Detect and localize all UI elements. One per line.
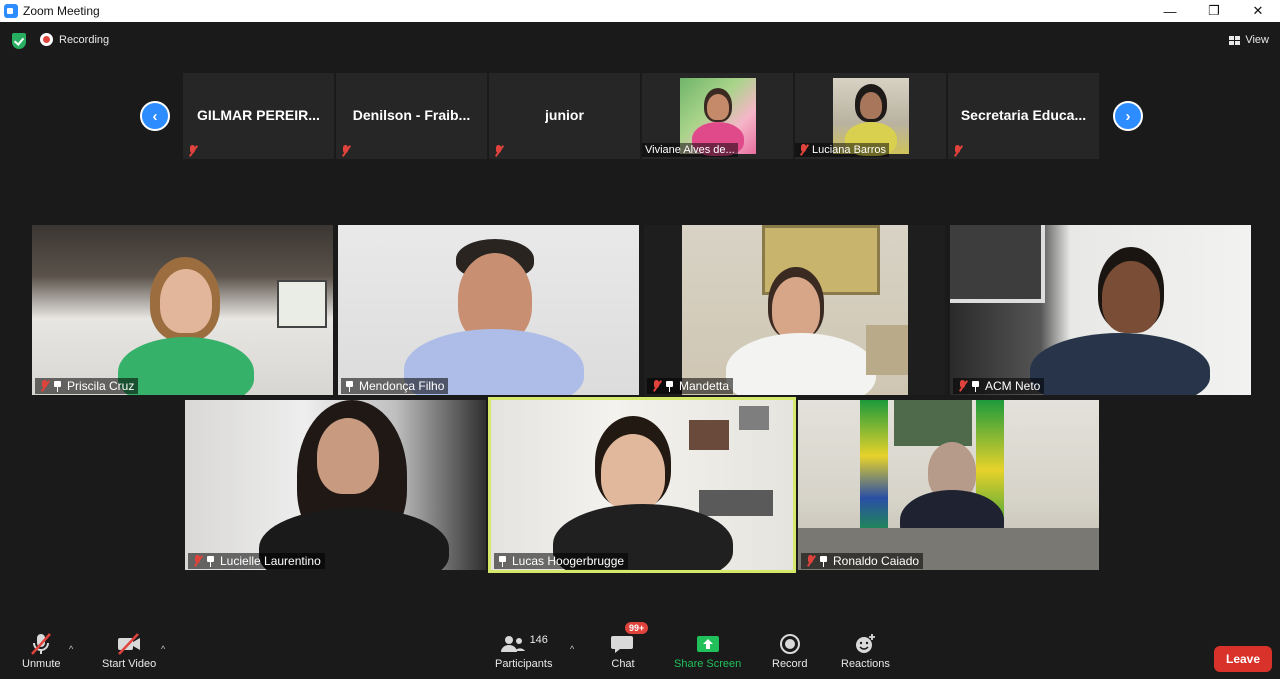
video-tile[interactable]: ACM Neto	[950, 225, 1251, 395]
strip-participant[interactable]: junior	[489, 73, 640, 159]
participants-icon	[500, 636, 525, 652]
record-button[interactable]: Record	[772, 630, 807, 670]
video-tile[interactable]: Priscila Cruz	[32, 225, 333, 395]
minimize-button[interactable]: —	[1148, 0, 1192, 22]
muted-microphone-icon	[31, 633, 52, 655]
start-video-label: Start Video	[102, 658, 157, 670]
muted-mic-icon	[187, 145, 197, 157]
window-title: Zoom Meeting	[23, 4, 100, 18]
participant-name: Denilson - Fraib...	[352, 107, 471, 123]
view-label: View	[1245, 34, 1269, 46]
share-screen-label: Share Screen	[674, 658, 742, 670]
video-tile[interactable]: Mandetta	[644, 225, 945, 395]
zoom-app-icon	[4, 4, 18, 18]
participant-name: Secretaria Educa...	[960, 107, 1087, 123]
pin-icon	[665, 380, 674, 392]
participant-name: ACM Neto	[985, 379, 1041, 393]
participants-label: Participants	[495, 658, 553, 670]
participant-label: Lucas Hoogerbrugge	[494, 553, 629, 569]
window-titlebar: Zoom Meeting — ❐ ✕	[0, 0, 1280, 22]
participant-name: Lucielle Laurentino	[220, 554, 321, 568]
video-tile[interactable]: Mendonça Filho	[338, 225, 639, 395]
reactions-button[interactable]: Reactions	[841, 630, 890, 670]
pin-icon	[819, 555, 828, 567]
participant-name: junior	[545, 107, 584, 123]
audio-options-caret-icon[interactable]: ^	[69, 644, 73, 654]
share-screen-icon	[696, 636, 719, 652]
muted-mic-icon	[798, 144, 808, 156]
recording-indicator[interactable]: Recording	[40, 33, 109, 46]
participant-name: GILMAR PEREIR...	[197, 107, 320, 123]
participant-label: Viviane Alves de...	[642, 143, 738, 157]
strip-prev-arrow-icon[interactable]: ‹	[140, 101, 170, 131]
record-label: Record	[772, 658, 808, 670]
pin-icon	[345, 380, 354, 392]
restore-button[interactable]: ❐	[1192, 0, 1236, 22]
participant-name: Luciana Barros	[812, 144, 886, 156]
participants-button[interactable]: 146 Participants	[495, 630, 552, 670]
strip-next-arrow-icon[interactable]: ›	[1113, 101, 1143, 131]
participant-name: Mendonça Filho	[359, 379, 445, 393]
leave-button[interactable]: Leave	[1214, 646, 1272, 672]
strip-participant-video[interactable]: Luciana Barros	[795, 73, 946, 159]
strip-participant[interactable]: Secretaria Educa...	[948, 73, 1099, 159]
participant-label: Luciana Barros	[795, 143, 889, 157]
participant-label: Mandetta	[647, 378, 734, 394]
window-controls: — ❐ ✕	[1148, 0, 1280, 22]
participant-name: Lucas Hoogerbrugge	[512, 554, 625, 568]
muted-mic-icon	[952, 145, 962, 157]
grid-view-icon	[1229, 35, 1241, 45]
recording-label: Recording	[59, 33, 110, 46]
participants-caret-icon[interactable]: ^	[570, 644, 574, 654]
unmute-button[interactable]: Unmute	[22, 630, 61, 670]
pin-icon	[53, 380, 62, 392]
close-button[interactable]: ✕	[1236, 0, 1280, 22]
video-off-icon	[118, 633, 141, 655]
chat-button[interactable]: 99+ Chat	[611, 622, 649, 670]
video-tile[interactable]: Ronaldo Caiado	[798, 400, 1099, 570]
unmute-label: Unmute	[22, 658, 61, 670]
video-tile[interactable]: Lucielle Laurentino	[185, 400, 486, 570]
meeting-toolbar: Unmute ^ Start Video ^ 146 Participants …	[0, 622, 1280, 679]
strip-participant[interactable]: Denilson - Fraib...	[336, 73, 487, 159]
pin-icon	[971, 380, 980, 392]
participant-label: Lucielle Laurentino	[188, 553, 325, 569]
muted-mic-icon	[39, 380, 49, 392]
chat-badge: 99+	[625, 622, 649, 634]
pin-icon	[498, 555, 507, 567]
strip-participant-video[interactable]: Viviane Alves de...	[642, 73, 793, 159]
recording-dot-icon	[40, 33, 53, 46]
muted-mic-icon	[957, 380, 967, 392]
muted-mic-icon	[340, 145, 350, 157]
reactions-smiley-icon	[856, 634, 876, 653]
share-screen-button[interactable]: Share Screen	[674, 630, 741, 670]
participant-label: Ronaldo Caiado	[801, 553, 924, 569]
participants-count: 146	[529, 634, 548, 646]
video-options-caret-icon[interactable]: ^	[161, 644, 165, 654]
record-icon	[779, 634, 800, 654]
participant-label: Mendonça Filho	[341, 378, 449, 394]
chat-label: Chat	[611, 658, 635, 670]
participant-label: ACM Neto	[953, 378, 1045, 394]
reactions-label: Reactions	[841, 658, 890, 670]
muted-mic-icon	[192, 555, 202, 567]
strip-participant[interactable]: GILMAR PEREIR...	[183, 73, 334, 159]
start-video-button[interactable]: Start Video	[102, 630, 156, 670]
participant-name: Ronaldo Caiado	[833, 554, 920, 568]
muted-mic-icon	[493, 145, 503, 157]
participant-name: Mandetta	[679, 379, 730, 393]
pin-icon	[206, 555, 215, 567]
participant-name: Priscila Cruz	[67, 379, 135, 393]
participant-strip: GILMAR PEREIR... Denilson - Fraib... jun…	[183, 73, 1099, 159]
participant-label: Priscila Cruz	[35, 378, 139, 394]
muted-mic-icon	[805, 555, 815, 567]
participant-name: Viviane Alves de...	[645, 144, 735, 156]
view-button[interactable]: View	[1229, 34, 1269, 46]
security-shield-icon[interactable]	[12, 33, 26, 49]
chat-bubble-icon	[611, 636, 633, 653]
active-speaker-tile[interactable]: Lucas Hoogerbrugge	[488, 397, 796, 573]
muted-mic-icon	[651, 380, 661, 392]
meeting-topbar: Recording View	[0, 22, 1280, 60]
